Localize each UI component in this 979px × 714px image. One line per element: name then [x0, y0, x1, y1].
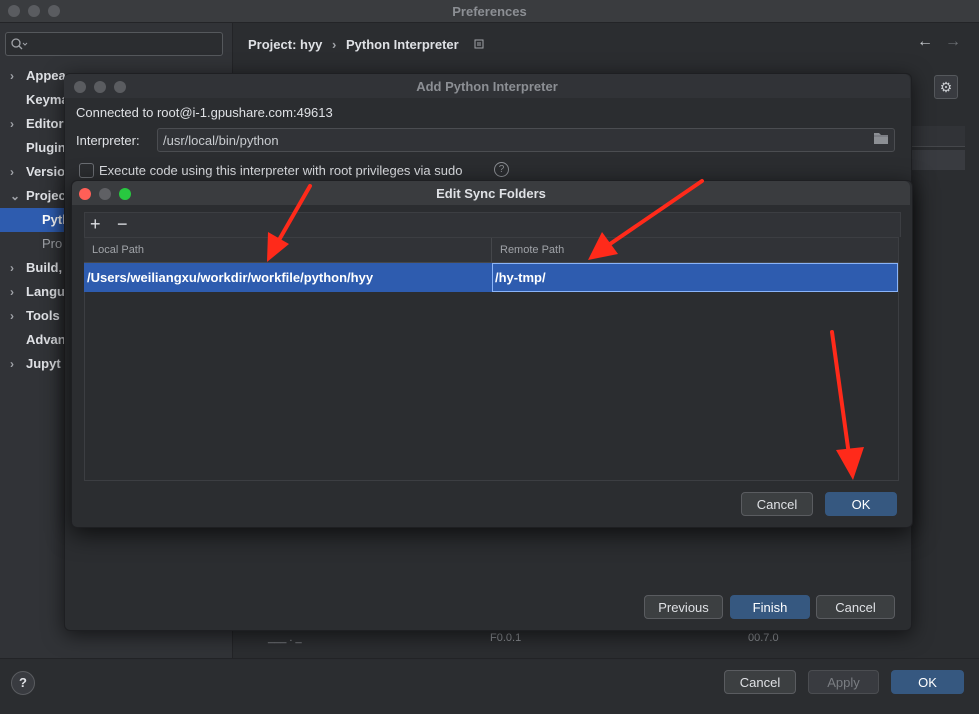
breadcrumb-separator: › [332, 37, 337, 52]
interpreter-path-value: /usr/local/bin/python [163, 133, 279, 148]
chevron-right-icon: › [10, 117, 14, 131]
sync-folders-toolbar [84, 212, 901, 237]
sudo-checkbox-label[interactable]: Execute code using this interpreter with… [99, 163, 462, 178]
sync-ok-button[interactable]: OK [825, 492, 897, 516]
chevron-right-icon: › [10, 357, 14, 371]
column-header-remote-path[interactable]: Remote Path [492, 238, 898, 263]
chevron-right-icon: › [10, 165, 14, 179]
chevron-right-icon: › [10, 69, 14, 83]
column-header-local-path[interactable]: Local Path [84, 238, 492, 263]
package-version: F0.0.1 [490, 632, 522, 644]
preferences-apply-button[interactable]: Apply [808, 670, 879, 694]
search-icon [11, 38, 28, 50]
preferences-title: Preferences [452, 4, 527, 19]
remote-path-value: /hy-tmp/ [495, 270, 546, 285]
sidebar-item-label: Editor [26, 116, 64, 131]
sidebar-item-label: Keyma [26, 92, 69, 107]
add-mapping-button[interactable]: + [90, 214, 101, 235]
chevron-right-icon: › [10, 285, 14, 299]
interpreter-label: Interpreter: [76, 133, 140, 148]
preferences-cancel-button[interactable]: Cancel [724, 670, 796, 694]
sidebar-item-label: Jupyt [26, 356, 61, 371]
sync-cancel-button[interactable]: Cancel [741, 492, 813, 516]
sidebar-item-label: Tools [26, 308, 60, 323]
remove-mapping-button[interactable]: − [117, 214, 128, 235]
chevron-right-icon: › [10, 309, 14, 323]
sidebar-item-label: Versio [26, 164, 66, 179]
breadcrumb-project[interactable]: Project: hyy [248, 37, 322, 52]
table-cell-remote-path-editor[interactable]: /hy-tmp/ [492, 263, 898, 292]
connection-status-text: Connected to root@i-1.gpushare.com:49613 [76, 105, 333, 120]
sidebar-item-label: Projec [26, 188, 66, 203]
preferences-titlebar: Preferences [0, 0, 979, 23]
sidebar-item-label: Langu [26, 284, 65, 299]
breadcrumb: Project: hyy › Python Interpreter [248, 37, 484, 52]
sidebar-item-label: Plugin [26, 140, 66, 155]
sidebar-item-label: Appea [26, 68, 66, 83]
local-path-value: /Users/weiliangxu/workdir/workfile/pytho… [87, 270, 374, 285]
add-interpreter-cancel-button[interactable]: Cancel [816, 595, 895, 619]
scope-icon [474, 39, 484, 49]
help-icon[interactable]: ? [11, 671, 35, 695]
sidebar-search-input[interactable] [5, 32, 223, 56]
package-latest: 00.7.0 [748, 632, 779, 644]
help-icon[interactable]: ? [494, 162, 509, 177]
forward-arrow-icon[interactable]: → [945, 33, 961, 51]
add-interpreter-title: Add Python Interpreter [416, 79, 558, 94]
sidebar-item-label: Build, [26, 260, 63, 275]
table-cell-local-path[interactable]: /Users/weiliangxu/workdir/workfile/pytho… [84, 263, 492, 292]
sync-folders-title: Edit Sync Folders [436, 186, 546, 201]
breadcrumb-page: Python Interpreter [346, 37, 459, 52]
back-arrow-icon[interactable]: ← [917, 33, 933, 51]
column-header-label: Remote Path [500, 244, 565, 256]
finish-button[interactable]: Finish [730, 595, 810, 619]
chevron-right-icon: › [10, 261, 14, 275]
gear-icon[interactable]: ⚙ [934, 75, 958, 99]
preferences-ok-button[interactable]: OK [891, 670, 964, 694]
folder-icon[interactable] [873, 131, 889, 145]
sidebar-item-label: Pro [42, 236, 63, 251]
sidebar-item-label: Advan [26, 332, 66, 347]
chevron-down-icon: ⌄ [10, 189, 21, 203]
previous-button[interactable]: Previous [644, 595, 723, 619]
sudo-checkbox[interactable] [79, 163, 94, 178]
packages-table-row[interactable]: ___ . _ F0.0.1 00.7.0 [250, 628, 965, 648]
column-header-label: Local Path [92, 244, 144, 256]
package-name: ___ . _ [268, 632, 302, 644]
